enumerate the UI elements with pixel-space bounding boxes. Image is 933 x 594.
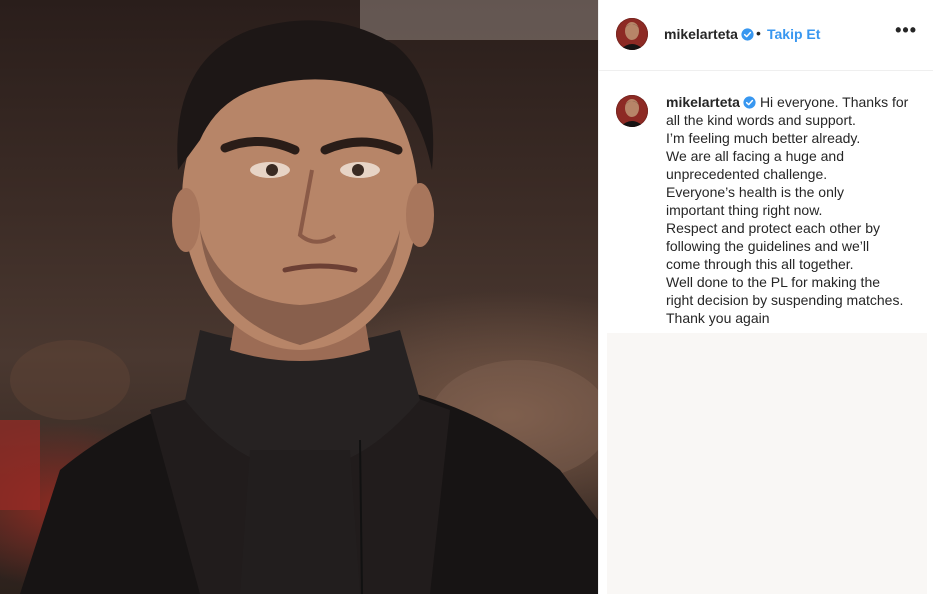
caption-line-2: I’m feeling much better already.: [666, 130, 861, 146]
caption-line-1: all the kind words and support.: [666, 112, 856, 128]
caption-text: mikelarteta Hi everyone. Thanks for all t…: [666, 93, 926, 327]
caption-line-12: Thank you again: [666, 310, 770, 326]
verified-badge-icon: [743, 96, 756, 109]
more-options-icon[interactable]: •••: [895, 20, 917, 41]
author-avatar[interactable]: [616, 18, 648, 50]
caption-line-11: right decision by suspending matches.: [666, 292, 904, 308]
follow-button[interactable]: Takip Et: [767, 26, 820, 42]
caption-username-text[interactable]: mikelarteta: [666, 94, 740, 110]
author-username[interactable]: mikelarteta: [664, 26, 754, 42]
caption-username[interactable]: mikelarteta: [666, 94, 756, 110]
caption-line-8: following the guidelines and we’ll: [666, 238, 870, 254]
caption-line-0: mikelarteta Hi everyone. Thanks for: [666, 93, 926, 111]
caption-line-3: We are all facing a huge and: [666, 148, 844, 164]
post-photo[interactable]: [0, 0, 598, 594]
caption-line-9: come through this all together.: [666, 256, 854, 272]
portrait-illustration: [0, 0, 598, 594]
caption-line-5: Everyone’s health is the only: [666, 184, 844, 200]
post-side-panel: mikelarteta • Takip Et ••• mikelarteta Hi…: [598, 0, 933, 594]
header-separator: •: [756, 25, 761, 41]
author-username-text[interactable]: mikelarteta: [664, 26, 738, 42]
caption-line-text: Hi everyone. Thanks for: [759, 94, 909, 110]
caption-line-4: unprecedented challenge.: [666, 166, 828, 182]
verified-badge-icon: [741, 28, 754, 41]
caption-line-10: Well done to the PL for making the: [666, 274, 881, 290]
post-header: mikelarteta • Takip Et •••: [599, 0, 933, 71]
caption-line-7: Respect and protect each other by: [666, 220, 881, 236]
caption-avatar[interactable]: [616, 95, 648, 127]
caption-line-6: important thing right now.: [666, 202, 823, 218]
comments-area: [607, 333, 927, 594]
